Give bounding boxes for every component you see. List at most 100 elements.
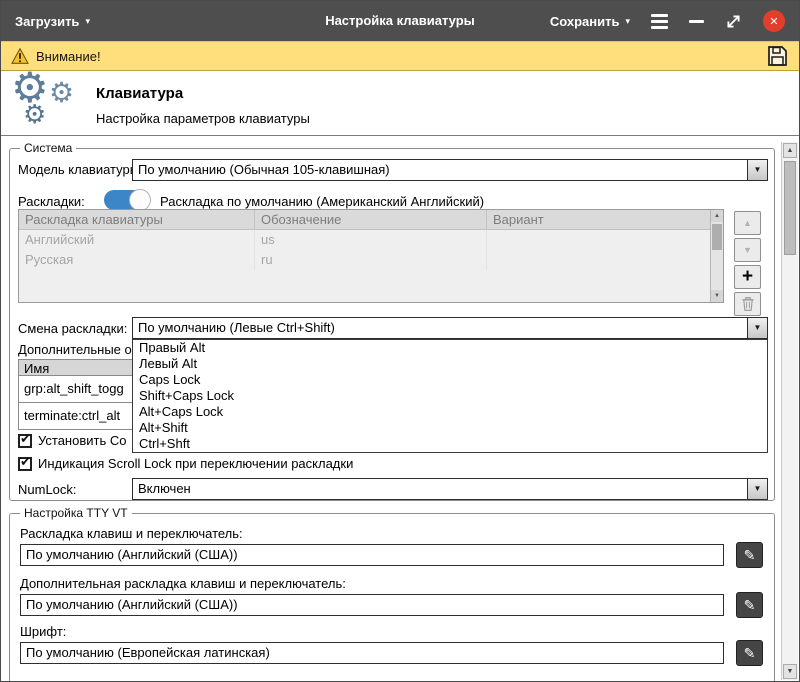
arrow-down-icon: ▼ xyxy=(743,245,752,255)
dropdown-option[interactable]: Alt+Caps Lock xyxy=(133,404,767,420)
dropdown-option[interactable]: Ctrl+Shft xyxy=(133,436,767,452)
dropdown-option[interactable]: Alt+Shift xyxy=(133,420,767,436)
scrollbar-thumb[interactable] xyxy=(784,161,796,255)
column-header-variant: Вариант xyxy=(487,210,710,229)
combo-arrow-icon[interactable]: ▼ xyxy=(747,318,767,338)
switch-layout-value: По умолчанию (Левые Ctrl+Shift) xyxy=(138,318,744,338)
switch-layout-combobox[interactable]: По умолчанию (Левые Ctrl+Shift) ▼ xyxy=(132,317,768,339)
load-menu-button[interactable]: Загрузить ▾ xyxy=(15,14,90,29)
minimize-button[interactable] xyxy=(689,20,704,23)
tty-font-edit-button[interactable]: ✎ xyxy=(736,640,763,666)
expand-icon[interactable] xyxy=(725,13,742,30)
trash-icon xyxy=(741,296,755,312)
delete-layout-button[interactable] xyxy=(734,292,761,316)
pencil-icon: ✎ xyxy=(744,645,756,661)
switch-layout-label: Смена раскладки: xyxy=(18,321,127,336)
close-icon: ✕ xyxy=(769,15,778,28)
checkbox-box[interactable]: ✔ xyxy=(18,434,32,448)
keyboard-model-value: По умолчанию (Обычная 105-клавишная) xyxy=(138,160,744,180)
tty-layout-label: Раскладка клавиш и переключатель: xyxy=(20,526,243,541)
page-header: ⚙ ⚙ ⚙ Клавиатура Настройка параметров кл… xyxy=(1,71,799,136)
move-down-button[interactable]: ▼ xyxy=(734,238,761,262)
scroll-down-icon[interactable]: ▼ xyxy=(711,290,723,302)
table-row: Русская ru xyxy=(19,250,723,270)
cell-variant xyxy=(487,230,710,250)
tty-layout-field[interactable]: По умолчанию (Английский (США)) xyxy=(20,544,724,566)
scrollbar-thumb[interactable] xyxy=(712,224,722,250)
tty-layout-edit-button[interactable]: ✎ xyxy=(736,542,763,568)
cell-layout: Английский xyxy=(19,230,255,250)
tty-extra-layout-label: Дополнительная раскладка клавиш и перекл… xyxy=(20,576,346,591)
layouts-toggle[interactable] xyxy=(104,190,150,210)
system-group: Система Модель клавиатуры: По умолчанию … xyxy=(9,148,775,501)
scrolllock-checkbox[interactable]: ✔ Индикация Scroll Lock при переключении… xyxy=(18,456,353,471)
toggle-knob xyxy=(129,189,151,211)
tty-font-label: Шрифт: xyxy=(20,624,66,639)
move-up-button[interactable]: ▲ xyxy=(734,211,761,235)
table-row: Английский us xyxy=(19,230,723,250)
caret-down-icon: ▾ xyxy=(625,17,630,26)
page-subtitle: Настройка параметров клавиатуры xyxy=(96,111,310,126)
numlock-value: Включен xyxy=(138,479,744,499)
caret-down-icon: ▾ xyxy=(85,17,90,26)
add-layout-button[interactable]: + xyxy=(734,265,761,289)
compose-checkbox-label: Установить Со xyxy=(38,433,126,448)
numlock-combobox[interactable]: Включен ▼ xyxy=(132,478,768,500)
save-menu-label: Сохранить xyxy=(550,14,620,29)
check-icon: ✔ xyxy=(20,431,31,447)
check-icon: ✔ xyxy=(20,454,31,470)
close-button[interactable]: ✕ xyxy=(763,10,785,32)
layouts-label: Раскладки: xyxy=(18,194,85,209)
pencil-icon: ✎ xyxy=(744,547,756,563)
save-file-button[interactable] xyxy=(765,44,789,68)
load-menu-label: Загрузить xyxy=(15,14,79,29)
dropdown-option[interactable]: Shift+Caps Lock xyxy=(133,388,767,404)
checkbox-box[interactable]: ✔ xyxy=(18,457,32,471)
main-scrollbar[interactable]: ▲ ▼ xyxy=(781,142,798,680)
combo-arrow-icon[interactable]: ▼ xyxy=(747,160,767,180)
dropdown-option[interactable]: Правый Alt xyxy=(133,340,767,356)
extra-options-label: Дополнительные о xyxy=(18,342,132,357)
tty-extra-layout-field[interactable]: По умолчанию (Английский (США)) xyxy=(20,594,724,616)
save-menu-button[interactable]: Сохранить ▾ xyxy=(550,14,630,29)
scroll-up-icon[interactable]: ▲ xyxy=(711,210,723,222)
column-header-layout: Раскладка клавиатуры xyxy=(19,210,255,229)
compose-checkbox[interactable]: ✔ Установить Со xyxy=(18,433,126,448)
tty-font-field[interactable]: По умолчанию (Европейская латинская) xyxy=(20,642,724,664)
column-header-code: Обозначение xyxy=(255,210,487,229)
floppy-icon xyxy=(765,44,789,68)
cell-variant xyxy=(487,250,710,270)
table-scrollbar[interactable]: ▲ ▼ xyxy=(710,210,723,302)
layouts-table: Раскладка клавиатуры Обозначение Вариант… xyxy=(18,209,724,303)
scrolllock-checkbox-label: Индикация Scroll Lock при переключении р… xyxy=(38,456,353,471)
keyboard-model-label: Модель клавиатуры: xyxy=(18,162,143,177)
keyboard-model-combobox[interactable]: По умолчанию (Обычная 105-клавишная) ▼ xyxy=(132,159,768,181)
numlock-label: NumLock: xyxy=(18,482,77,497)
warning-icon xyxy=(11,48,29,64)
arrow-down-icon: ▼ xyxy=(787,668,794,675)
cell-code: us xyxy=(255,230,487,250)
scroll-up-button[interactable]: ▲ xyxy=(783,143,797,158)
arrow-up-icon: ▲ xyxy=(787,147,794,154)
layouts-default-text: Раскладка по умолчанию (Американский Анг… xyxy=(160,194,484,209)
gear-icon: ⚙ xyxy=(49,79,74,107)
layouts-table-header: Раскладка клавиатуры Обозначение Вариант xyxy=(19,210,723,230)
menu-icon[interactable] xyxy=(651,14,668,29)
scroll-down-button[interactable]: ▼ xyxy=(783,664,797,679)
keyboard-app-icon: ⚙ ⚙ ⚙ xyxy=(9,71,87,133)
combo-arrow-icon[interactable]: ▼ xyxy=(747,479,767,499)
tty-group: Настройка TTY VT Раскладка клавиш и пере… xyxy=(9,513,775,682)
system-group-legend: Система xyxy=(20,141,76,155)
keyboard-settings-window: Загрузить ▾ Настройка клавиатуры Сохрани… xyxy=(0,0,800,682)
page-title: Клавиатура xyxy=(96,85,183,102)
plus-icon: + xyxy=(742,266,753,287)
tty-extra-layout-edit-button[interactable]: ✎ xyxy=(736,592,763,618)
titlebar: Загрузить ▾ Настройка клавиатуры Сохрани… xyxy=(1,1,799,41)
dropdown-option[interactable]: Caps Lock xyxy=(133,372,767,388)
arrow-up-icon: ▲ xyxy=(743,218,752,228)
tty-group-legend: Настройка TTY VT xyxy=(20,506,132,520)
warning-text: Внимание! xyxy=(36,49,101,64)
cell-code: ru xyxy=(255,250,487,270)
cell-layout: Русская xyxy=(19,250,255,270)
dropdown-option[interactable]: Левый Alt xyxy=(133,356,767,372)
